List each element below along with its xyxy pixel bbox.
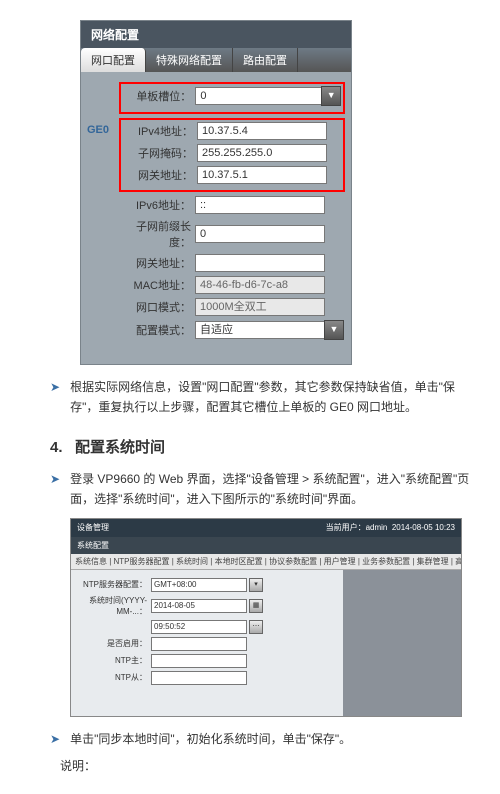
sysconf-side[interactable]: 系统配置 [71,537,461,554]
ntp-zone-label: NTP服务器配置： [77,579,151,590]
calendar-icon[interactable]: ▦ [249,599,263,613]
mask-label: 子网掩码： [123,145,197,161]
network-config-panel: 网络配置 网口配置 特殊网络配置 路由配置 GE0 单板槽位： 0 ▼ IPv4… [80,20,352,365]
portmode-value: 1000M全双工 [195,298,325,316]
ellipsis-icon[interactable]: ⋯ [249,620,263,634]
gateway-label: 网关地址： [123,167,197,183]
sysconf-date: 2014-08-05 10:23 [392,523,455,532]
sysconf-right-pane [343,570,461,716]
note-label: 说明： [60,757,470,774]
sysconf-topbar: 设备管理 当前用户：admin 2014-08-05 10:23 [71,519,461,537]
systime-value[interactable]: 2014-08-05 [151,599,247,613]
gateway-value[interactable]: 10.37.5.1 [197,166,327,184]
ntp1-label: NTP主： [77,655,151,666]
mac-value: 48-46-fb-d6-7c-a8 [195,276,325,294]
sysconf-brand: 设备管理 [77,522,109,533]
portmode-label: 网口模式： [121,299,195,315]
arrow-icon: ➤ [50,469,60,510]
section-num: 4. [50,439,63,456]
ntp2-label: NTP从： [77,672,151,683]
gateway6-label: 网关地址： [121,255,195,271]
bullet-1-text: 根据实际网络信息，设置"网口配置"参数，其它参数保持缺省值，单击"保存"，重复执… [70,377,470,418]
mask-value[interactable]: 255.255.255.0 [197,144,327,162]
enable-value[interactable] [151,637,247,651]
prefix-value[interactable]: 0 [195,225,325,243]
bullet-1: ➤ 根据实际网络信息，设置"网口配置"参数，其它参数保持缺省值，单击"保存"，重… [50,377,470,418]
cfgmode-label: 配置模式： [121,322,195,338]
slot-value[interactable]: 0 [195,87,322,105]
tab-route-config[interactable]: 路由配置 [233,48,298,72]
sysconf-user: 当前用户：admin [326,523,388,532]
systime-label: 系统时间(YYYY-MM-...： [77,595,151,617]
bullet-3: ➤ 单击"同步本地时间"，初始化系统时间，单击"保存"。 [50,729,470,749]
mac-label: MAC地址： [121,277,195,293]
ge0-label: GE0 [87,124,109,136]
slot-highlight: 单板槽位： 0 ▼ [119,82,345,114]
arrow-icon: ➤ [50,729,60,749]
arrow-icon: ➤ [50,377,60,418]
ipv6-value[interactable]: :: [195,196,325,214]
chevron-down-icon[interactable]: ▾ [249,578,263,592]
ipv6-label: IPv6地址： [121,197,195,213]
section-title: 配置系统时间 [75,439,165,456]
bullet-2: ➤ 登录 VP9660 的 Web 界面，选择"设备管理 > 系统配置"，进入"… [50,469,470,510]
ipv4-highlight: IPv4地址： 10.37.5.4 子网掩码： 255.255.255.0 网关… [119,118,345,192]
network-tabs: 网口配置 特殊网络配置 路由配置 [81,48,351,72]
bullet-3-text: 单击"同步本地时间"，初始化系统时间，单击"保存"。 [70,729,470,749]
enable-label: 是否启用： [77,638,151,649]
panel-title: 网络配置 [81,21,351,48]
chevron-down-icon[interactable]: ▼ [321,86,341,106]
sysconf-tabs[interactable]: 系统信息 | NTP服务器配置 | 系统时间 | 本地时区配置 | 协议参数配置… [71,554,461,570]
time-value[interactable]: 09:50:52 [151,620,247,634]
cfgmode-value[interactable]: 自适应 [195,321,325,339]
tab-special-config[interactable]: 特殊网络配置 [146,48,233,72]
ntp-zone-value[interactable]: GMT+08:00 [151,578,247,592]
chevron-down-icon[interactable]: ▼ [324,320,344,340]
system-config-panel: 设备管理 当前用户：admin 2014-08-05 10:23 系统配置 系统… [70,518,462,717]
ipv4-value[interactable]: 10.37.5.4 [197,122,327,140]
ntp1-value[interactable] [151,654,247,668]
ipv4-label: IPv4地址： [123,123,197,139]
ntp2-value[interactable] [151,671,247,685]
section-heading: 4. 配置系统时间 [50,436,470,457]
prefix-label: 子网前缀长度： [121,218,195,250]
gateway6-value[interactable] [195,254,325,272]
slot-label: 单板槽位： [123,88,195,104]
sysconf-form: NTP服务器配置：GMT+08:00▾ 系统时间(YYYY-MM-...：201… [71,570,343,716]
panel-body: GE0 单板槽位： 0 ▼ IPv4地址： 10.37.5.4 子网掩码： 25… [81,72,351,354]
tab-port-config[interactable]: 网口配置 [81,48,146,72]
bullet-2-text: 登录 VP9660 的 Web 界面，选择"设备管理 > 系统配置"，进入"系统… [70,469,470,510]
